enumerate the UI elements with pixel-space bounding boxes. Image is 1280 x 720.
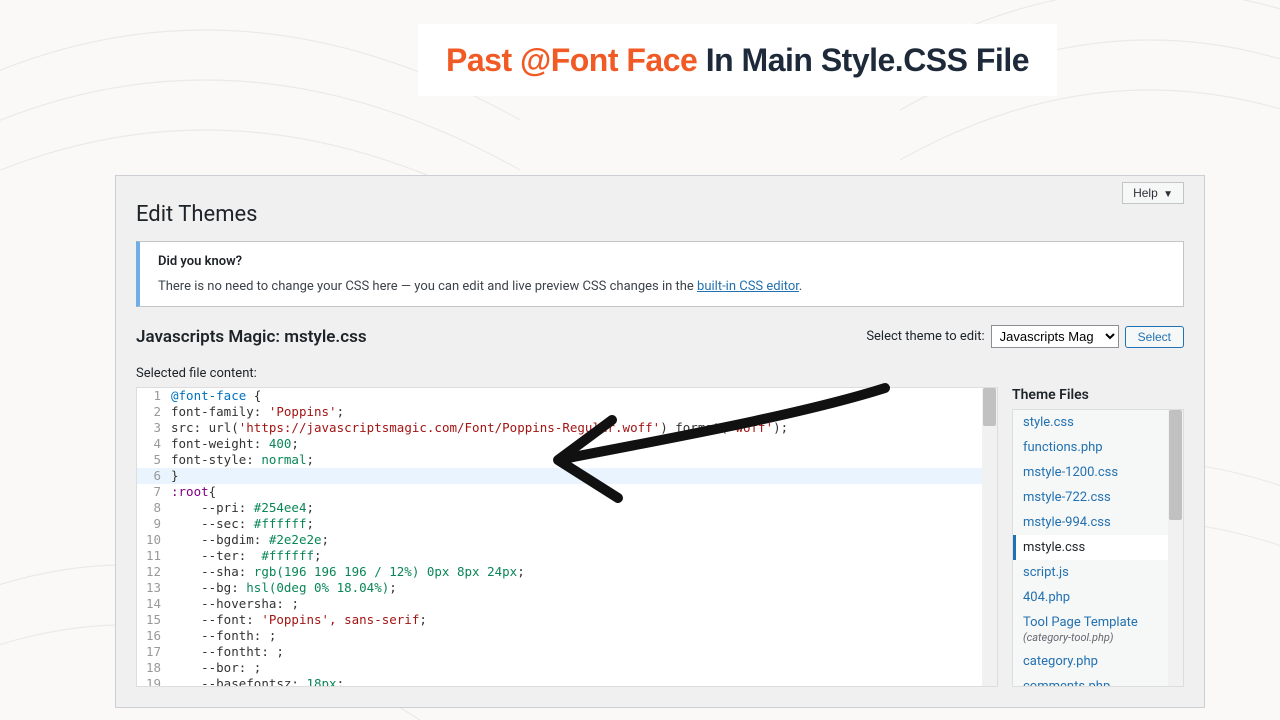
- editor-scrollbar[interactable]: [982, 388, 997, 686]
- code-line: 3src: url('https://javascriptsmagic.com/…: [137, 420, 997, 436]
- css-editor-link[interactable]: built-in CSS editor: [697, 279, 799, 294]
- file-item[interactable]: functions.php: [1013, 435, 1183, 460]
- info-notice: Did you know? There is no need to change…: [136, 241, 1184, 307]
- code-line: 6}: [137, 468, 997, 484]
- code-line: 5font-style: normal;: [137, 452, 997, 468]
- code-line: 12 --sha: rgb(196 196 196 / 12%) 0px 8px…: [137, 564, 997, 580]
- theme-files-title: Theme Files: [1012, 387, 1184, 403]
- editor-panel: Help ▼ Edit Themes Did you know? There i…: [115, 175, 1205, 708]
- code-line: 8 --pri: #254ee4;: [137, 500, 997, 516]
- file-item[interactable]: mstyle-1200.css: [1013, 460, 1183, 485]
- file-item[interactable]: category.php: [1013, 649, 1183, 674]
- file-item[interactable]: Tool Page Template(category-tool.php): [1013, 610, 1183, 649]
- file-item[interactable]: mstyle.css: [1013, 535, 1183, 560]
- code-line: 11 --ter: #ffffff;: [137, 548, 997, 564]
- file-item[interactable]: script.js: [1013, 560, 1183, 585]
- code-line: 4font-weight: 400;: [137, 436, 997, 452]
- selected-file-label: Selected file content:: [136, 366, 1184, 381]
- code-line: 2font-family: 'Poppins';: [137, 404, 997, 420]
- code-line: 18 --bor: ;: [137, 660, 997, 676]
- filelist-scrollbar[interactable]: [1168, 410, 1183, 686]
- instruction-title-part1: Past @Font Face: [446, 42, 697, 78]
- code-line: 9 --sec: #ffffff;: [137, 516, 997, 532]
- code-line: 17 --fontht: ;: [137, 644, 997, 660]
- theme-select-label: Select theme to edit:: [866, 329, 984, 344]
- notice-title: Did you know?: [158, 254, 1165, 269]
- file-item[interactable]: mstyle-722.css: [1013, 485, 1183, 510]
- file-subheading: Javascripts Magic: mstyle.css: [136, 327, 367, 347]
- code-line: 7:root{: [137, 484, 997, 500]
- code-line: 16 --fonth: ;: [137, 628, 997, 644]
- code-line: 14 --hoversha: ;: [137, 596, 997, 612]
- select-theme-button[interactable]: Select: [1125, 326, 1184, 348]
- code-line: 13 --bg: hsl(0deg 0% 18.04%);: [137, 580, 997, 596]
- file-item[interactable]: style.css: [1013, 410, 1183, 435]
- file-item[interactable]: 404.php: [1013, 585, 1183, 610]
- instruction-title-part2: In Main Style.CSS File: [706, 42, 1029, 78]
- theme-file-list: style.cssfunctions.phpmstyle-1200.cssmst…: [1012, 409, 1184, 687]
- chevron-down-icon: ▼: [1163, 189, 1173, 200]
- page-title: Edit Themes: [136, 202, 1184, 227]
- code-line: 10 --bgdim: #2e2e2e;: [137, 532, 997, 548]
- code-line: 15 --font: 'Poppins', sans-serif;: [137, 612, 997, 628]
- code-line: 1@font-face {: [137, 388, 997, 404]
- help-button[interactable]: Help ▼: [1122, 182, 1184, 204]
- notice-text: There is no need to change your CSS here…: [158, 279, 1165, 294]
- code-line: 19 --basefontsz: 18px;: [137, 676, 997, 687]
- file-item-sub: (category-tool.php): [1023, 631, 1173, 644]
- instruction-title: Past @Font Face In Main Style.CSS File: [418, 24, 1057, 96]
- theme-select[interactable]: Javascripts Mag: [991, 325, 1119, 348]
- code-editor[interactable]: 1@font-face {2font-family: 'Poppins';3sr…: [136, 387, 998, 687]
- file-item[interactable]: mstyle-994.css: [1013, 510, 1183, 535]
- file-item[interactable]: comments.php: [1013, 674, 1183, 687]
- theme-select-group: Select theme to edit: Javascripts Mag Se…: [866, 325, 1184, 348]
